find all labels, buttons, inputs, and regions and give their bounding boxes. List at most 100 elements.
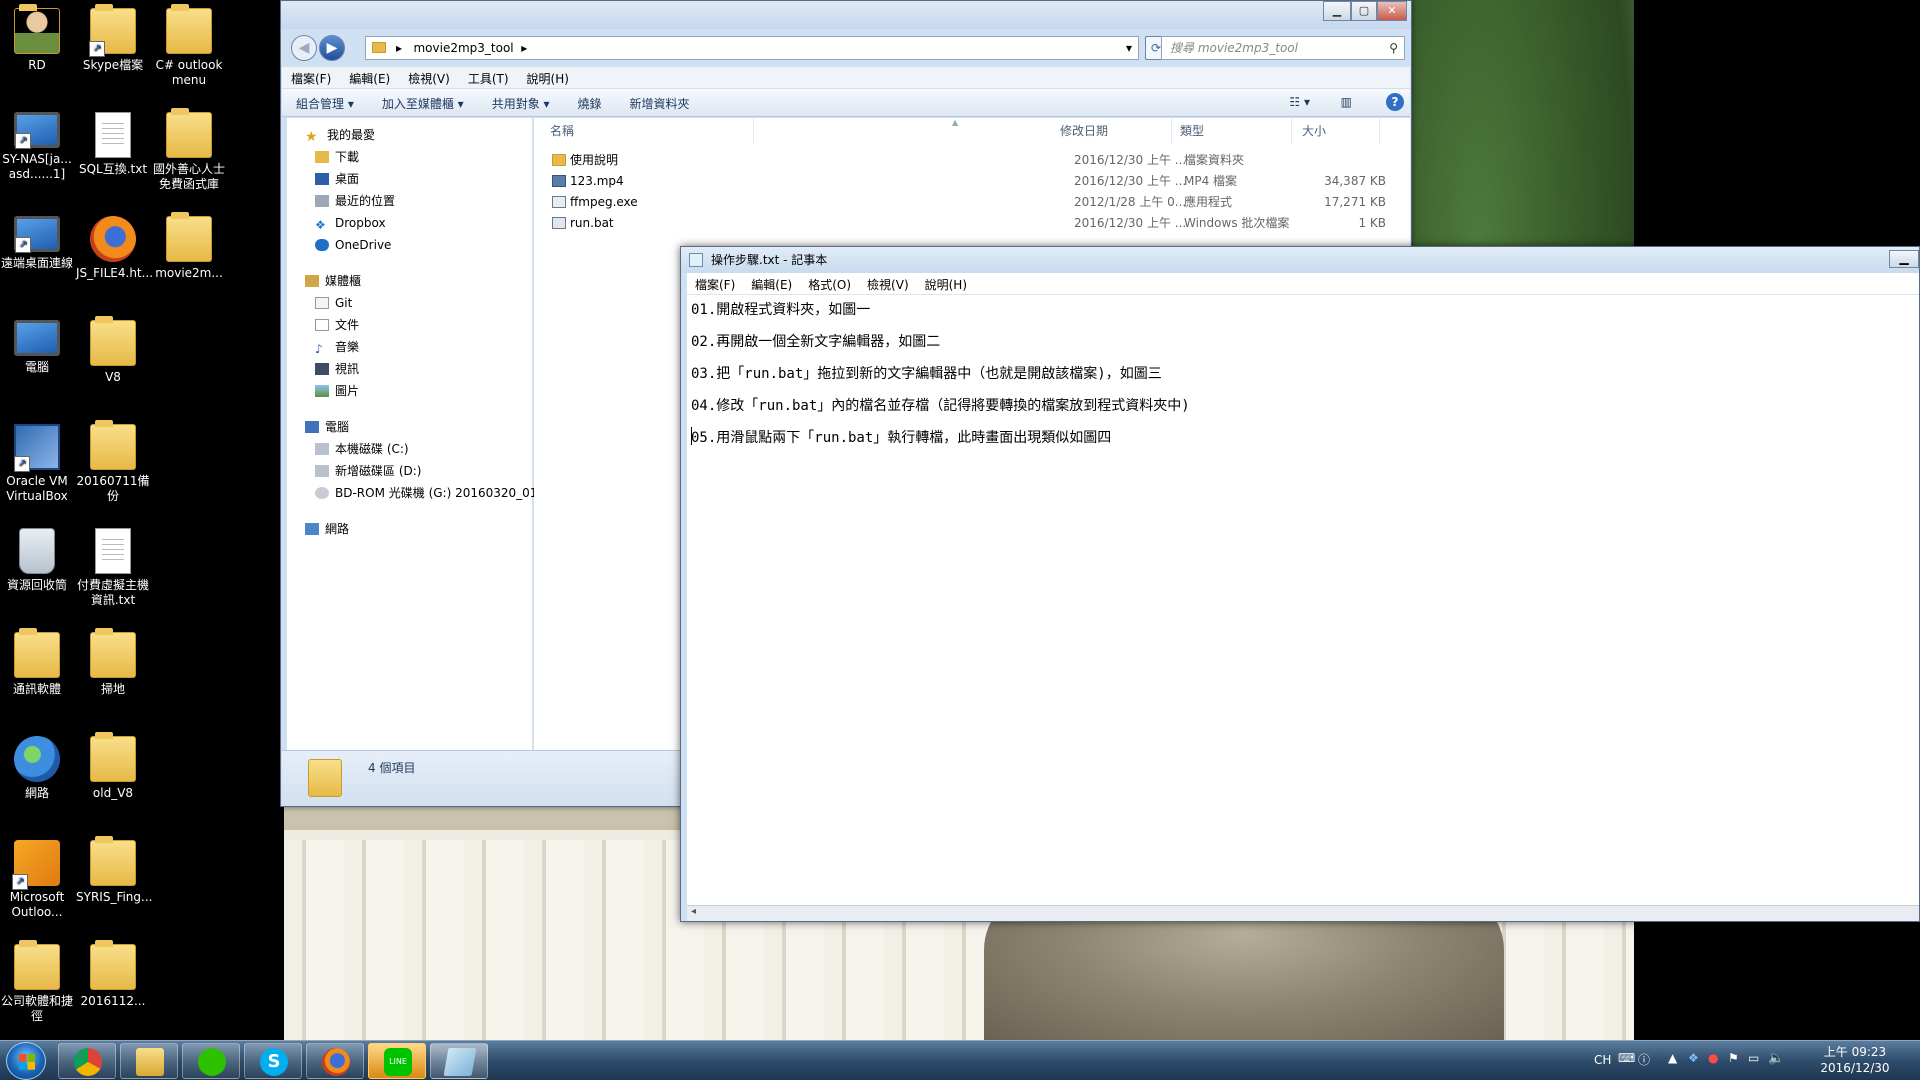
desktop-icon-messaging[interactable]: 通訊軟體 <box>0 628 74 697</box>
action-center-flag-icon[interactable]: ⚑ <box>1728 1051 1739 1065</box>
network-tray-icon[interactable]: ▭ <box>1748 1051 1759 1065</box>
nav-network[interactable]: 網路 <box>305 518 349 540</box>
explorer-titlebar[interactable]: ▁ ▢ ✕ <box>281 1 1411 29</box>
show-hidden-icons-icon[interactable]: ▲ <box>1668 1051 1677 1065</box>
menu-file[interactable]: 檔案(F) <box>687 273 743 296</box>
menu-help[interactable]: 說明(H) <box>518 67 578 90</box>
taskbar-notepad[interactable] <box>430 1043 488 1079</box>
desktop-icon-movie2mp3[interactable]: movie2m... <box>152 212 226 281</box>
desktop-icon-syris[interactable]: SYRIS_Fing... <box>76 836 152 905</box>
desktop-icon-js-file[interactable]: JS_FILE4.ht... <box>76 216 153 281</box>
menu-view[interactable]: 檢視(V) <box>399 67 459 90</box>
share-with-button[interactable]: 共用對象 ▾ <box>478 89 564 118</box>
notepad-titlebar[interactable]: 操作步驟.txt - 記事本 ▁ <box>681 247 1919 273</box>
desktop-icon-v8[interactable]: V8 <box>76 316 150 385</box>
close-button[interactable]: ✕ <box>1377 1 1407 21</box>
desktop-icon-sql-txt[interactable]: SQL互換.txt <box>76 112 150 177</box>
search-icon[interactable]: ⚲ <box>1389 37 1398 59</box>
minimize-button[interactable]: ▁ <box>1323 1 1351 21</box>
include-in-library-button[interactable]: 加入至媒體櫃 ▾ <box>368 89 478 118</box>
nav-lib-documents[interactable]: 文件 <box>315 314 359 336</box>
desktop-icon-sy-nas[interactable]: SY-NAS[ja... asd......1] <box>0 112 74 182</box>
nav-onedrive[interactable]: OneDrive <box>315 234 391 256</box>
nav-downloads[interactable]: 下載 <box>315 146 359 168</box>
taskbar-firefox[interactable] <box>306 1043 364 1079</box>
taskbar-explorer[interactable] <box>120 1043 178 1079</box>
scroll-left-icon[interactable]: ◂ <box>691 906 696 917</box>
nav-libraries[interactable]: 媒體櫃 <box>305 270 361 292</box>
column-header-type[interactable]: 類型 <box>1174 118 1292 144</box>
help-circle-icon[interactable]: ⓘ <box>1638 1051 1650 1068</box>
input-language[interactable]: CH <box>1594 1053 1611 1067</box>
start-button[interactable] <box>6 1042 46 1080</box>
nav-desktop[interactable]: 桌面 <box>315 168 359 190</box>
back-button[interactable]: ◀ <box>291 35 317 61</box>
desktop-icon-remote-desktop[interactable]: 遠端桌面連線 <box>0 216 74 271</box>
clock[interactable]: 上午 09:23 2016/12/30 <box>1800 1044 1910 1076</box>
menu-help[interactable]: 說明(H) <box>917 273 975 296</box>
preview-pane-icon[interactable]: ▥ <box>1327 89 1366 115</box>
breadcrumb-folder[interactable]: movie2mp3_tool <box>413 41 513 55</box>
nav-lib-git[interactable]: Git <box>315 292 352 314</box>
nav-lib-videos[interactable]: 視訊 <box>315 358 359 380</box>
menu-edit[interactable]: 編輯(E) <box>340 67 399 90</box>
nav-recent-places[interactable]: 最近的位置 <box>315 190 395 212</box>
dropbox-icon[interactable]: ❖ <box>1688 1051 1699 1065</box>
text-editor[interactable]: 01.開啟程式資料夾，如圖一 02.再開啟一個全新文字編輯器，如圖二 03.把「… <box>687 295 1919 905</box>
organize-button[interactable]: 組合管理 ▾ <box>282 89 368 118</box>
nav-drive-g[interactable]: BD-ROM 光碟機 (G:) 20160320_01 <box>315 482 537 504</box>
burn-button[interactable]: 燒錄 <box>564 89 616 118</box>
taskbar-line[interactable]: LINE <box>368 1043 426 1079</box>
keyboard-icon[interactable]: ⌨ <box>1618 1051 1635 1065</box>
desktop-icon-recycle-bin[interactable]: 資源回收筒 <box>0 528 74 593</box>
horizontal-scrollbar[interactable]: ◂ <box>687 905 1919 921</box>
column-header-name[interactable]: 名稱 <box>544 118 754 144</box>
desktop-icon-2016112[interactable]: 2016112... <box>76 940 150 1009</box>
desktop-icon-rd[interactable]: RD <box>0 4 74 73</box>
nav-favorites[interactable]: ★ 我的最愛 <box>305 124 375 146</box>
menu-tools[interactable]: 工具(T) <box>459 67 518 90</box>
file-row[interactable]: run.bat 2016/12/30 上午 ... Windows 批次檔案 1… <box>534 213 1410 234</box>
desktop-icon-csharp-outlook[interactable]: C# outlook menu <box>152 4 226 88</box>
taskbar-wechat[interactable] <box>182 1043 240 1079</box>
desktop-icon-free-library[interactable]: 國外善心人士免費函式庫 <box>152 108 226 192</box>
nav-drive-c[interactable]: 本機磁碟 (C:) <box>315 438 409 460</box>
nav-lib-music[interactable]: ♪ 音樂 <box>315 336 359 358</box>
chevron-down-icon[interactable]: ▾ <box>1126 37 1132 59</box>
desktop-icon-company-software[interactable]: 公司軟體和捷徑 <box>0 940 74 1024</box>
file-row[interactable]: 使用說明 2016/12/30 上午 ... 檔案資料夾 <box>534 150 1410 171</box>
desktop-icon-hosting-info[interactable]: 付費虛擬主機資訊.txt <box>76 528 150 608</box>
volume-icon[interactable]: 🔈 <box>1768 1051 1784 1066</box>
minimize-button[interactable]: ▁ <box>1889 250 1919 268</box>
search-input[interactable]: 搜尋 movie2mp3_tool ⚲ <box>1161 36 1405 60</box>
nav-lib-pictures[interactable]: 圖片 <box>315 380 359 402</box>
new-folder-button[interactable]: 新增資料夾 <box>616 89 704 118</box>
nav-dropbox[interactable]: ❖ Dropbox <box>315 212 386 234</box>
menu-edit[interactable]: 編輯(E) <box>743 273 800 296</box>
desktop-icon-virtualbox[interactable]: Oracle VM VirtualBox <box>0 424 74 504</box>
taskbar-skype[interactable]: S <box>244 1043 302 1079</box>
menu-format[interactable]: 格式(O) <box>800 273 859 296</box>
address-bar[interactable]: ▸ movie2mp3_tool ▸ ▾ <box>365 36 1139 60</box>
column-header-size[interactable]: 大小 <box>1296 118 1380 144</box>
nav-computer[interactable]: 電腦 <box>305 416 349 438</box>
taskbar-chrome[interactable] <box>58 1043 116 1079</box>
desktop-icon-backup-20160711[interactable]: 20160711備份 <box>76 420 150 504</box>
desktop-icon-network[interactable]: 網路 <box>0 736 74 801</box>
nav-drive-d[interactable]: 新增磁碟區 (D:) <box>315 460 421 482</box>
forward-button[interactable]: ▶ <box>319 35 345 61</box>
desktop-icon-outlook[interactable]: Microsoft Outloo... <box>0 840 74 920</box>
maximize-button[interactable]: ▢ <box>1351 1 1377 21</box>
desktop-icon-skype-files[interactable]: Skype檔案 <box>76 4 150 73</box>
view-options-icon[interactable]: ☷ ▾ <box>1275 89 1324 115</box>
file-row[interactable]: ffmpeg.exe 2012/1/28 上午 0... 應用程式 17,271… <box>534 192 1410 213</box>
file-row[interactable]: 123.mp4 2016/12/30 上午 ... MP4 檔案 34,387 … <box>534 171 1410 192</box>
desktop-icon-computer[interactable]: 電腦 <box>0 320 74 375</box>
desktop-icon-old-v8[interactable]: old_V8 <box>76 732 150 801</box>
column-header-date[interactable]: 修改日期 <box>1054 118 1172 144</box>
help-icon[interactable]: ? <box>1386 93 1404 111</box>
desktop-icon-sweep[interactable]: 掃地 <box>76 628 150 697</box>
antivirus-icon[interactable]: ● <box>1708 1051 1718 1065</box>
menu-file[interactable]: 檔案(F) <box>282 67 340 90</box>
menu-view[interactable]: 檢視(V) <box>859 273 917 296</box>
